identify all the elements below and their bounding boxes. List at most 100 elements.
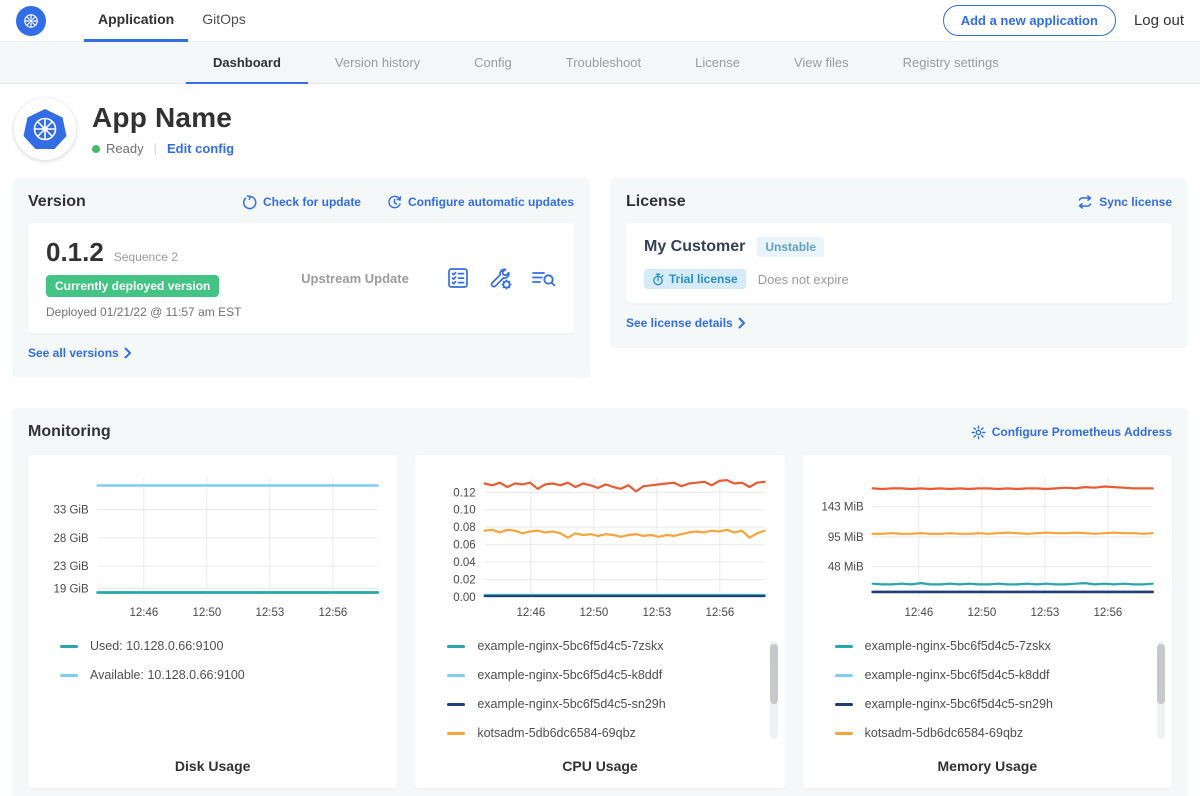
legend-label: kotsadm-5db6dc6584-69qbz: [865, 726, 1023, 740]
legend-label: Available: 10.128.0.66:9100: [90, 668, 245, 682]
svg-text:12:46: 12:46: [129, 607, 158, 619]
chart-legend: Used: 10.128.0.66:9100 Available: 10.128.…: [60, 639, 387, 682]
monitoring-panel: Monitoring Configure Prometheus Address …: [12, 408, 1188, 796]
see-license-details-link[interactable]: See license details: [626, 316, 746, 330]
subnav-tab-dashboard[interactable]: Dashboard: [186, 42, 308, 84]
check-for-update-link[interactable]: Check for update: [242, 195, 361, 210]
legend-item: example-nginx-5bc6f5d4c5-sn29h: [447, 697, 774, 711]
edit-config-link[interactable]: Edit config: [167, 141, 234, 156]
version-source-label: Upstream Update: [264, 271, 446, 286]
subnav-tab-license[interactable]: License: [668, 42, 767, 84]
svg-text:0.06: 0.06: [454, 540, 476, 552]
chart-title: Disk Usage: [38, 740, 387, 774]
svg-text:12:46: 12:46: [904, 607, 933, 619]
legend-label: example-nginx-5bc6f5d4c5-k8ddf: [865, 668, 1050, 682]
kubernetes-logo-icon: [16, 6, 46, 36]
version-panel-title: Version: [28, 193, 86, 211]
license-panel-title: License: [626, 193, 686, 211]
app-logo-icon: [14, 98, 76, 160]
app-subnav: DashboardVersion historyConfigTroublesho…: [0, 42, 1200, 84]
svg-text:143 MiB: 143 MiB: [821, 502, 864, 514]
subnav-tab-registry-settings[interactable]: Registry settings: [876, 42, 1026, 84]
svg-text:12:53: 12:53: [255, 607, 284, 619]
legend-scrollbar-track: [1157, 641, 1165, 739]
legend-swatch: [447, 674, 465, 677]
legend-item: example-nginx-5bc6f5d4c5-k8ddf: [447, 668, 774, 682]
refresh-icon: [242, 195, 257, 210]
svg-text:33 GiB: 33 GiB: [53, 505, 88, 517]
svg-text:12:46: 12:46: [517, 607, 546, 619]
svg-text:12:50: 12:50: [580, 607, 609, 619]
legend-swatch: [835, 732, 853, 735]
legend-label: Used: 10.128.0.66:9100: [90, 639, 223, 653]
license-card: My Customer Unstable Trial license Does …: [626, 223, 1172, 303]
configure-prometheus-link[interactable]: Configure Prometheus Address: [971, 425, 1172, 440]
trial-license-badge: Trial license: [644, 269, 746, 289]
chart-plot: 0.000.020.040.060.080.100.1212:4612:5012…: [425, 467, 774, 625]
svg-text:12:50: 12:50: [967, 607, 996, 619]
legend-swatch: [835, 645, 853, 648]
legend-swatch: [447, 703, 465, 706]
svg-text:23 GiB: 23 GiB: [53, 561, 88, 573]
license-customer-name: My Customer: [644, 238, 745, 256]
legend-item: example-nginx-5bc6f5d4c5-k8ddf: [835, 668, 1162, 682]
chart-plot: 19 GiB23 GiB28 GiB33 GiB12:4612:5012:531…: [38, 467, 387, 625]
monitoring-title: Monitoring: [28, 423, 111, 441]
legend-item: Used: 10.128.0.66:9100: [60, 639, 387, 653]
svg-text:95 MiB: 95 MiB: [828, 532, 864, 544]
svg-text:0.12: 0.12: [454, 487, 476, 499]
legend-item: example-nginx-5bc6f5d4c5-7zskx: [447, 639, 774, 653]
legend-label: kotsadm-5db6dc6584-69qbz: [477, 726, 635, 740]
deployed-badge: Currently deployed version: [46, 275, 219, 297]
page-title: App Name: [92, 102, 234, 134]
see-all-versions-link[interactable]: See all versions: [28, 346, 132, 360]
chart-card-cpu-usage: 0.000.020.040.060.080.100.1212:4612:5012…: [415, 455, 784, 788]
subnav-tab-troubleshoot[interactable]: Troubleshoot: [539, 42, 668, 84]
subnav-tab-version-history[interactable]: Version history: [308, 42, 447, 84]
nav-tab-gitops[interactable]: GitOps: [188, 0, 260, 42]
legend-scrollbar-track: [770, 641, 778, 739]
svg-text:12:56: 12:56: [1093, 607, 1122, 619]
add-application-button[interactable]: Add a new application: [943, 5, 1116, 36]
legend-scrollbar-thumb[interactable]: [1157, 644, 1165, 704]
top-navbar: Application GitOps Add a new application…: [0, 0, 1200, 42]
legend-label: example-nginx-5bc6f5d4c5-sn29h: [865, 697, 1053, 711]
legend-label: example-nginx-5bc6f5d4c5-7zskx: [477, 639, 663, 653]
legend-label: example-nginx-5bc6f5d4c5-sn29h: [477, 697, 665, 711]
current-version-card: 0.1.2 Sequence 2 Currently deployed vers…: [28, 223, 574, 333]
deployed-timestamp: Deployed 01/21/22 @ 11:57 am EST: [46, 305, 264, 319]
legend-item: example-nginx-5bc6f5d4c5-sn29h: [835, 697, 1162, 711]
legend-swatch: [60, 674, 78, 677]
view-diff-icon[interactable]: [530, 267, 556, 289]
legend-swatch: [60, 645, 78, 648]
chart-plot: 48 MiB 95 MiB 143 MiB 12:46 12:50 12:53 12:56: [813, 467, 1162, 625]
svg-text:48 MiB: 48 MiB: [828, 562, 864, 574]
sync-icon: [1077, 195, 1093, 209]
subnav-tab-config[interactable]: Config: [447, 42, 539, 84]
app-header: App Name Ready | Edit config: [0, 84, 1200, 178]
logout-button[interactable]: Log out: [1134, 12, 1184, 29]
svg-text:12:53: 12:53: [1030, 607, 1059, 619]
status-text: Ready: [106, 141, 144, 156]
configure-automatic-updates-link[interactable]: Configure automatic updates: [387, 195, 574, 210]
config-wrench-icon[interactable]: [487, 266, 513, 290]
legend-scrollbar-thumb[interactable]: [770, 644, 778, 704]
svg-text:0.08: 0.08: [454, 522, 476, 534]
svg-text:12:56: 12:56: [318, 607, 347, 619]
legend-swatch: [447, 732, 465, 735]
sync-license-link[interactable]: Sync license: [1077, 195, 1172, 209]
chart-legend: example-nginx-5bc6f5d4c5-7zskxexample-ng…: [835, 639, 1162, 740]
legend-label: example-nginx-5bc6f5d4c5-k8ddf: [477, 668, 662, 682]
stopwatch-icon: [652, 273, 664, 286]
svg-text:12:50: 12:50: [192, 607, 221, 619]
license-expiry: Does not expire: [758, 272, 849, 287]
chevron-right-icon: [124, 347, 132, 359]
gear-icon: [971, 425, 986, 440]
nav-tab-application[interactable]: Application: [84, 0, 188, 42]
svg-text:28 GiB: 28 GiB: [53, 533, 88, 545]
legend-item: kotsadm-5db6dc6584-69qbz: [447, 726, 774, 740]
preflight-checklist-icon[interactable]: [446, 266, 470, 290]
subnav-tab-view-files[interactable]: View files: [767, 42, 876, 84]
svg-text:0.10: 0.10: [454, 505, 476, 517]
clock-refresh-icon: [387, 195, 402, 210]
